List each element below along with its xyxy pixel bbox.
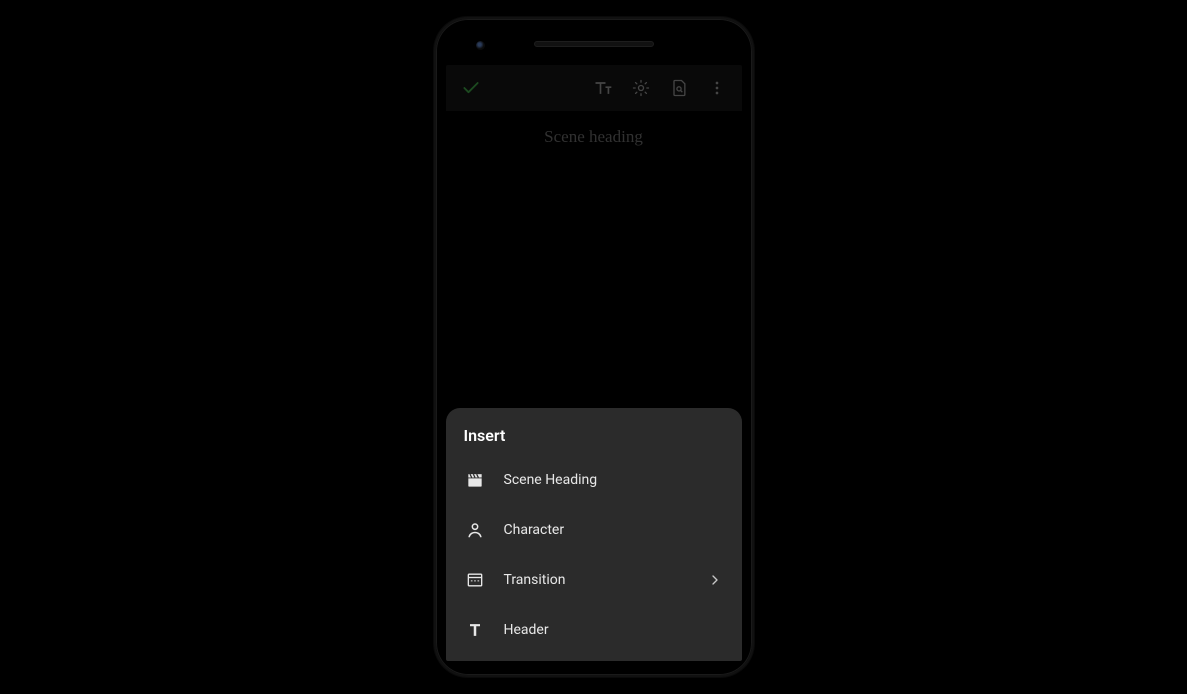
speaker-grill bbox=[534, 41, 654, 47]
find-in-page-icon bbox=[669, 78, 689, 98]
stage: Scene heading Insert Scene Heading bbox=[0, 0, 1187, 694]
menu-item-label: Scene Heading bbox=[504, 472, 724, 488]
person-icon bbox=[464, 519, 486, 541]
insert-header[interactable]: Header bbox=[446, 605, 742, 655]
overflow-menu-button[interactable] bbox=[698, 69, 736, 107]
insert-character[interactable]: Character bbox=[446, 505, 742, 555]
sheet-title: Insert bbox=[446, 426, 742, 455]
lightbulb-icon bbox=[631, 78, 651, 98]
text-tt-icon bbox=[593, 78, 613, 98]
brightness-button[interactable] bbox=[622, 69, 660, 107]
header-t-icon bbox=[464, 619, 486, 641]
insert-scene-heading[interactable]: Scene Heading bbox=[446, 455, 742, 505]
find-in-page-button[interactable] bbox=[660, 69, 698, 107]
clapperboard-icon bbox=[464, 469, 486, 491]
text-style-button[interactable] bbox=[584, 69, 622, 107]
menu-item-label: Header bbox=[504, 622, 724, 638]
menu-item-label: Transition bbox=[504, 572, 706, 588]
camera-icon bbox=[476, 41, 485, 50]
menu-item-label: Character bbox=[504, 522, 724, 538]
checkmark-icon bbox=[461, 78, 481, 98]
app-toolbar bbox=[446, 65, 742, 111]
phone-frame: Scene heading Insert Scene Heading bbox=[434, 17, 754, 677]
transition-icon bbox=[464, 569, 486, 591]
document-title: Scene heading bbox=[446, 127, 742, 147]
more-vert-icon bbox=[707, 78, 727, 98]
app-screen: Scene heading Insert Scene Heading bbox=[446, 65, 742, 661]
chevron-right-icon bbox=[706, 571, 724, 589]
confirm-button[interactable] bbox=[452, 69, 490, 107]
insert-transition[interactable]: Transition bbox=[446, 555, 742, 605]
insert-bottom-sheet: Insert Scene Heading bbox=[446, 408, 742, 661]
